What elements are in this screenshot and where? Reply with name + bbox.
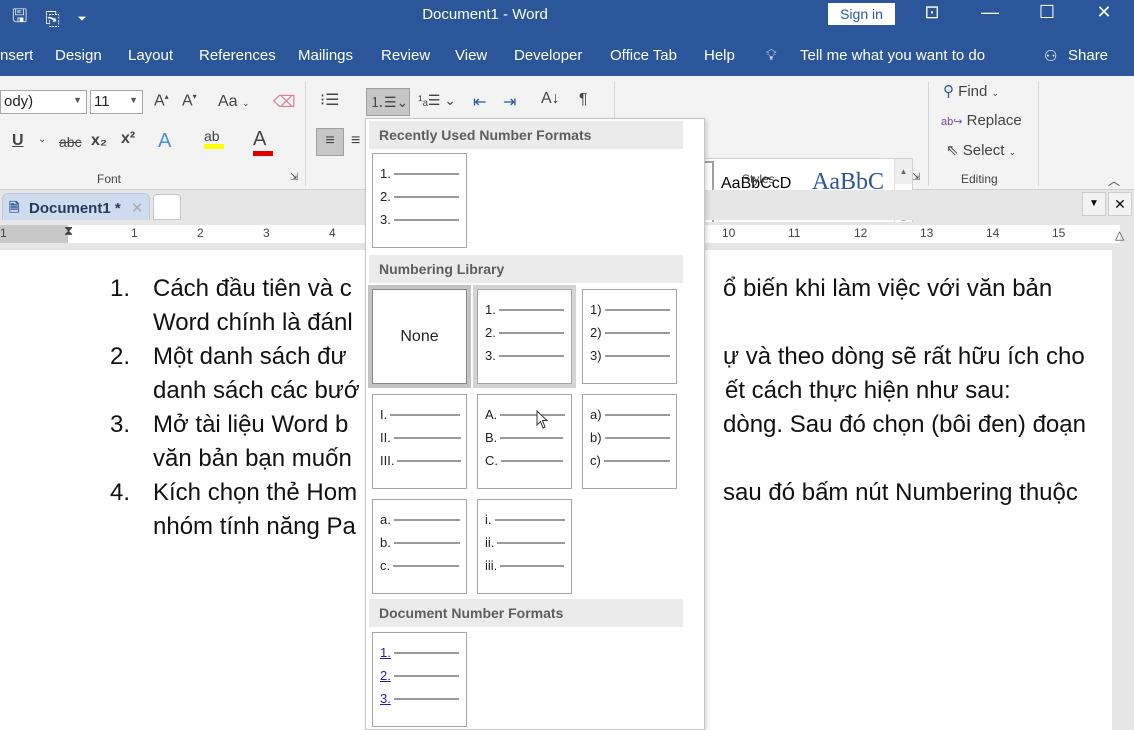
underline-button[interactable]: U: [12, 132, 24, 150]
chevron-down-icon: ▼: [129, 95, 138, 105]
tell-me-search[interactable]: Tell me what you want to do: [800, 47, 985, 64]
mouse-cursor-icon: [536, 410, 549, 429]
highlight-color-icon[interactable]: ab: [204, 128, 224, 149]
ruler-label: 15: [1052, 226, 1066, 240]
ruler-label: 12: [854, 226, 868, 240]
close-all-tabs-icon[interactable]: ✕: [1108, 192, 1132, 216]
document-formats-header: Document Number Formats: [369, 599, 683, 627]
scroll-up-icon[interactable]: ▲: [895, 159, 912, 184]
right-indent-marker[interactable]: △: [1115, 228, 1124, 242]
show-formatting-marks-icon[interactable]: ¶: [579, 91, 588, 109]
ruler-label: 2: [197, 226, 204, 240]
lightbulb-icon: 💡︎: [766, 47, 777, 64]
ruler-margin: [0, 225, 68, 243]
tab-mailings[interactable]: Mailings: [298, 47, 353, 64]
format-lower-roman-tile[interactable]: i. ii. iii.: [477, 499, 572, 594]
numbering-library-header: Numbering Library: [369, 255, 683, 283]
tab-office-tab[interactable]: Office Tab: [610, 47, 677, 64]
sign-in-button[interactable]: Sign in: [828, 3, 895, 25]
editing-group-label: Editing: [961, 172, 998, 186]
format-lower-alpha-paren-tile[interactable]: a) b) c): [582, 394, 677, 489]
close-icon[interactable]: ✕: [1084, 2, 1124, 23]
font-dialog-launcher-icon[interactable]: ⇲: [290, 172, 298, 183]
format-upper-roman-tile[interactable]: I. II. III.: [372, 394, 467, 489]
format-lower-alpha-period-tile[interactable]: a. b. c.: [372, 499, 467, 594]
decrease-indent-icon[interactable]: ⇤: [473, 92, 486, 112]
tab-developer[interactable]: Developer: [514, 47, 582, 64]
tab-list-dropdown-icon[interactable]: ▼: [1082, 192, 1106, 216]
ribbon-display-options-icon[interactable]: ⊡: [912, 2, 952, 23]
close-tab-icon[interactable]: ✕: [131, 200, 144, 217]
share-button[interactable]: Share: [1068, 47, 1108, 64]
search-icon: ⚲: [943, 83, 954, 100]
chevron-down-icon[interactable]: ⌄: [38, 134, 46, 145]
change-case-button[interactable]: Aa ⌄: [218, 93, 250, 111]
chevron-down-icon: ▼: [73, 95, 82, 105]
font-color-icon[interactable]: A: [253, 128, 273, 156]
ruler-label: 1: [0, 226, 7, 240]
clear-formatting-icon[interactable]: ⌫: [273, 92, 296, 112]
find-button[interactable]: ⚲ Find ⌄: [943, 82, 999, 100]
format-upper-alpha-tile[interactable]: A. B. C.: [477, 394, 572, 489]
font-size-combo[interactable]: 11 ▼: [90, 90, 143, 114]
center-align-icon[interactable]: ≡: [351, 132, 360, 150]
replace-icon: ab↪: [941, 116, 963, 128]
tab-review[interactable]: Review: [381, 47, 430, 64]
numbering-dropdown: Recently Used Number Formats 1. 2. 3. Nu…: [365, 118, 705, 730]
word-doc-icon: 🗎: [9, 200, 20, 215]
tab-insert[interactable]: nsert: [0, 47, 33, 64]
ruler-label: 10: [722, 226, 736, 240]
ruler-label: 13: [920, 226, 934, 240]
vertical-scrollbar[interactable]: [1112, 250, 1134, 730]
font-name-combo[interactable]: ody) ▼: [0, 90, 87, 114]
ruler-label: 14: [986, 226, 1000, 240]
collapse-ribbon-icon[interactable]: ︿: [1108, 172, 1120, 189]
bullets-icon[interactable]: ⁝☰: [320, 90, 339, 110]
ribbon-tabs: nsert Design Layout References Mailings …: [0, 36, 1134, 76]
ruler-label: 4: [329, 226, 336, 240]
document-format-tile[interactable]: 1. 2. 3.: [372, 632, 467, 727]
maximize-icon[interactable]: ☐: [1027, 2, 1067, 23]
document-tab[interactable]: 🗎 Document1 * ✕: [2, 193, 150, 220]
ruler-label: 11: [788, 226, 801, 240]
format-decimal-period-tile[interactable]: 1. 2. 3.: [473, 285, 576, 388]
replace-button[interactable]: ab↪ Replace: [941, 112, 1022, 129]
sort-icon[interactable]: A↓: [541, 90, 560, 108]
tab-view[interactable]: View: [455, 47, 487, 64]
format-decimal-paren-tile[interactable]: 1) 2) 3): [582, 289, 677, 384]
tab-design[interactable]: Design: [55, 47, 102, 64]
divider: [928, 82, 929, 186]
select-button[interactable]: ⇖ Select ⌄: [946, 141, 1016, 159]
divider: [305, 82, 306, 186]
superscript-button[interactable]: x²: [121, 130, 135, 148]
title-bar: 🖫 ⎘ ⏷ Document1 - Word Sign in ⊡ — ☐ ✕: [0, 0, 1134, 36]
grow-font-icon[interactable]: A▴: [154, 92, 169, 110]
increase-indent-icon[interactable]: ⇥: [503, 92, 516, 112]
format-none-tile[interactable]: None: [368, 285, 471, 388]
share-person-icon: ⚇: [1044, 48, 1058, 65]
styles-dialog-launcher-icon[interactable]: ⇲: [912, 172, 920, 183]
new-tab-button[interactable]: [153, 194, 181, 220]
subscript-button[interactable]: x₂: [91, 132, 107, 150]
align-left-button[interactable]: ≡: [316, 128, 344, 156]
tab-references[interactable]: References: [199, 47, 276, 64]
styles-group-label: Styles: [742, 172, 775, 186]
tab-layout[interactable]: Layout: [128, 47, 173, 64]
divider: [1038, 82, 1039, 186]
strikethrough-button[interactable]: abc: [59, 134, 82, 150]
recent-formats-header: Recently Used Number Formats: [369, 121, 683, 149]
recent-format-tile[interactable]: 1. 2. 3.: [372, 153, 467, 248]
text-effects-icon[interactable]: A: [158, 130, 171, 153]
multilevel-list-icon[interactable]: ¹ₐ☰ ⌄: [418, 92, 456, 109]
tab-help[interactable]: Help: [704, 47, 735, 64]
ruler-label: 1: [131, 226, 138, 240]
numbering-button[interactable]: ⒈☰⌄: [366, 88, 410, 116]
ruler-label: 3: [263, 226, 270, 240]
shrink-font-icon[interactable]: A▾: [182, 92, 197, 110]
minimize-icon[interactable]: —: [970, 2, 1010, 23]
window-title: Document1 - Word: [422, 6, 548, 23]
pointer-icon: ⇖: [946, 142, 959, 159]
font-group-label: Font: [97, 172, 122, 186]
indent-marker[interactable]: ⧗: [64, 223, 73, 239]
